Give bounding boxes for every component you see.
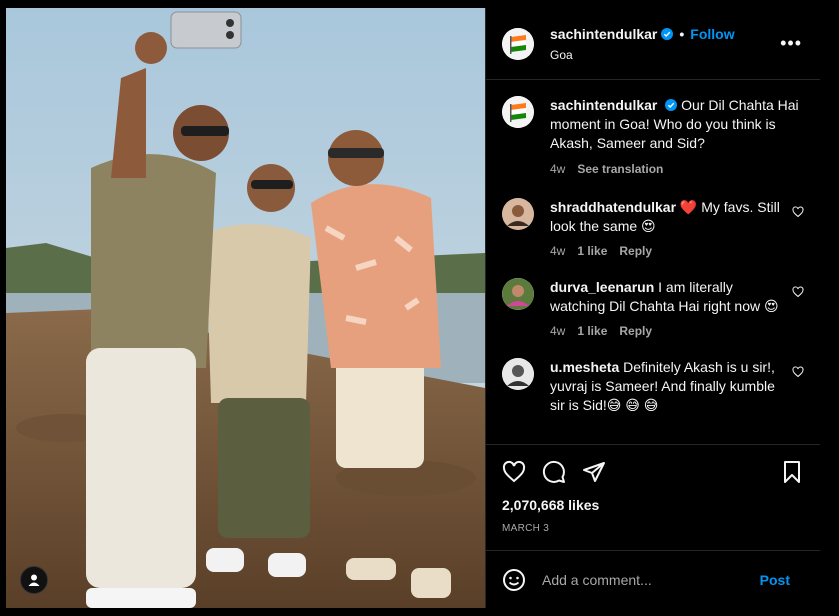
heart-icon[interactable] xyxy=(502,460,526,484)
caption: sachintendulkar Our Dil Chahta Hai momen… xyxy=(502,96,804,176)
comment-likes[interactable]: 1 like xyxy=(577,324,607,338)
heart-icon[interactable] xyxy=(792,206,804,218)
profile-photo-icon xyxy=(502,278,534,310)
comment-likes[interactable]: 1 like xyxy=(577,244,607,258)
comment-input[interactable] xyxy=(542,571,760,588)
flag-avatar-icon xyxy=(502,96,534,128)
comment-username[interactable]: durva_leenarun xyxy=(550,279,654,295)
avatar[interactable] xyxy=(502,358,534,390)
share-icon[interactable] xyxy=(582,460,606,484)
comments-list[interactable]: sachintendulkar Our Dil Chahta Hai momen… xyxy=(486,80,820,442)
list-item: u.mesheta Definitely Akash is u sir!, yu… xyxy=(502,358,804,415)
post-actions: 2,070,668 likes MARCH 3 xyxy=(486,444,820,534)
user-tag-icon xyxy=(28,574,40,586)
selfie-photo-image xyxy=(6,8,485,608)
comment-icon[interactable] xyxy=(542,460,566,484)
emoji-icon[interactable] xyxy=(502,568,526,592)
post-date[interactable]: MARCH 3 xyxy=(502,523,804,534)
user-tag-button[interactable] xyxy=(20,566,48,594)
separator-dot: • xyxy=(679,25,685,42)
avatar[interactable] xyxy=(502,96,534,128)
verified-badge-icon xyxy=(661,27,674,40)
avatar[interactable] xyxy=(502,27,534,60)
post-author-username[interactable]: sachintendulkar xyxy=(550,26,657,42)
post-side-panel: sachintendulkar • Follow Goa ••• sachint… xyxy=(485,8,820,608)
bookmark-icon[interactable] xyxy=(780,460,804,484)
list-item: durva_leenarun I am literally watching D… xyxy=(502,278,804,338)
reply-button[interactable]: Reply xyxy=(619,244,652,258)
post-location[interactable]: Goa xyxy=(550,48,735,62)
list-item: shraddhatendulkar ❤️ My favs. Still look… xyxy=(502,198,804,258)
comment-time[interactable]: 4w xyxy=(550,324,565,338)
heart-icon[interactable] xyxy=(792,366,804,378)
add-comment-bar: Post xyxy=(486,550,820,608)
likes-count[interactable]: 2,070,668 likes xyxy=(502,497,804,513)
comment-username[interactable]: shraddhatendulkar xyxy=(550,199,676,215)
caption-time[interactable]: 4w xyxy=(550,162,565,176)
caption-username[interactable]: sachintendulkar xyxy=(550,97,657,113)
profile-photo-icon xyxy=(502,358,534,390)
verified-badge-icon xyxy=(665,99,678,111)
comment-time[interactable]: 4w xyxy=(550,244,565,258)
comment-username[interactable]: u.mesheta xyxy=(550,359,619,375)
heart-icon[interactable] xyxy=(792,286,804,298)
flag-avatar-icon xyxy=(502,27,534,60)
post-modal: sachintendulkar • Follow Goa ••• sachint… xyxy=(6,8,820,608)
more-options-button[interactable]: ••• xyxy=(780,34,802,52)
post-header: sachintendulkar • Follow Goa ••• xyxy=(486,8,820,80)
post-photo[interactable] xyxy=(6,8,485,608)
avatar[interactable] xyxy=(502,198,534,230)
avatar[interactable] xyxy=(502,278,534,310)
post-comment-button[interactable]: Post xyxy=(760,572,790,588)
profile-photo-icon xyxy=(502,198,534,230)
see-translation-link[interactable]: See translation xyxy=(577,162,663,176)
reply-button[interactable]: Reply xyxy=(619,324,652,338)
follow-button[interactable]: Follow xyxy=(690,26,734,42)
